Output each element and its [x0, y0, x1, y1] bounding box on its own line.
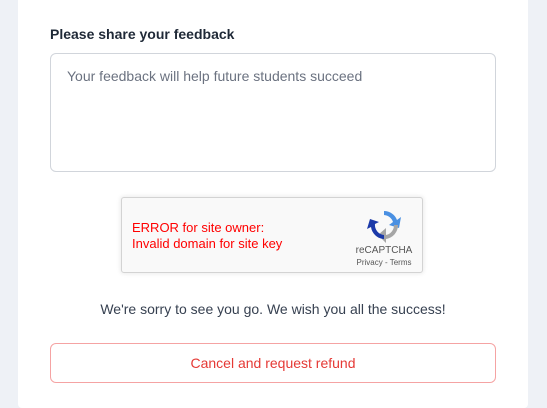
feedback-label: Please share your feedback: [50, 26, 235, 42]
recaptcha-terms-link[interactable]: Terms: [390, 258, 412, 267]
recaptcha-brand: reCAPTCHA: [355, 245, 413, 256]
cancel-refund-button[interactable]: Cancel and request refund: [50, 343, 496, 383]
recaptcha-links: Privacy - Terms: [344, 258, 424, 267]
recaptcha-privacy-link[interactable]: Privacy: [357, 258, 383, 267]
recaptcha-widget[interactable]: ERROR for site owner: Invalid domain for…: [121, 197, 423, 273]
recaptcha-link-separator: -: [382, 258, 390, 267]
feedback-textarea[interactable]: [50, 53, 496, 172]
recaptcha-logo-icon: [367, 211, 401, 243]
feedback-card: Please share your feedback ERROR for sit…: [18, 0, 528, 408]
farewell-message: We're sorry to see you go. We wish you a…: [100, 301, 446, 317]
recaptcha-error-line2: Invalid domain for site key: [132, 236, 283, 251]
recaptcha-error: ERROR for site owner: Invalid domain for…: [132, 220, 282, 252]
recaptcha-error-line1: ERROR for site owner:: [132, 220, 265, 235]
